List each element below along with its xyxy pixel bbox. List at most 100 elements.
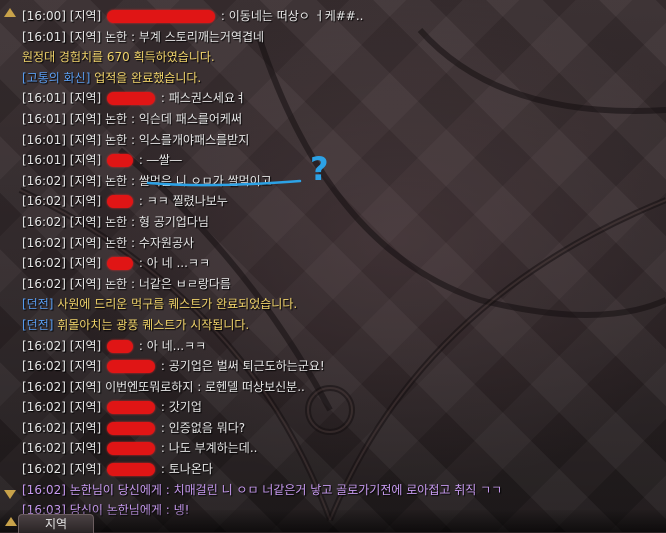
chat-channel: [지역]	[69, 338, 102, 353]
redacted-name-mark	[107, 339, 134, 353]
chat-speaker-name[interactable]: 논한	[105, 236, 127, 250]
chat-message: : 인증없음 뭐다?	[160, 420, 246, 435]
redacted-name-mark	[107, 257, 134, 271]
chat-tab-bar	[0, 510, 666, 532]
chat-timestamp: [16:02]	[22, 462, 66, 477]
chat-timestamp: [16:01]	[22, 153, 66, 168]
chat-message: : 갓기업	[160, 400, 202, 415]
chat-message: : 부계 스토리깨는거역겹네	[130, 29, 265, 44]
chat-channel: [지역]	[69, 441, 102, 456]
chat-speaker-name[interactable]: 논한	[105, 30, 127, 44]
chat-channel: [지역]	[69, 462, 102, 477]
chat-timestamp: [16:02]	[22, 214, 66, 229]
chat-message: : 수자원공사	[130, 235, 195, 250]
chat-message: : 쌀먹은 니 ㅇㅁ가 쌀먹이고	[130, 173, 272, 188]
redacted-name-mark	[107, 463, 156, 477]
chat-timestamp: [16:01]	[22, 91, 66, 106]
quest-status-message: 퀘스트가 완료되었습니다.	[168, 297, 298, 312]
scroll-up-arrow-icon[interactable]	[4, 8, 16, 17]
chat-line: [16:02] [지역] : 인증없음 뭐다?	[22, 418, 622, 439]
chat-line: [던전] 사원에 드리운 먹구름 퀘스트가 완료되었습니다.	[22, 294, 622, 315]
chat-line: [16:02] [지역] : 아 네...ㅋㅋ	[22, 336, 622, 357]
chat-timestamp: [16:02]	[22, 420, 66, 435]
system-message: 업적을 완료했습니다.	[94, 70, 202, 85]
chat-message: : 너같은 ㅂㄹ랑다름	[130, 276, 231, 291]
achievement-tag[interactable]: [고통의 화신]	[22, 71, 90, 85]
redacted-name-mark	[107, 154, 134, 168]
chat-line: [16:02] [지역] : 아 네 ...ㅋㅋ	[22, 253, 622, 274]
chat-message: : ㅋㅋ 찔렸나보누	[138, 194, 228, 209]
chat-timestamp: [16:02]	[22, 173, 66, 188]
chat-channel: [지역]	[69, 420, 102, 435]
chat-line: [16:02] [지역] : 토나온다	[22, 459, 622, 480]
chat-timestamp: [16:02]	[22, 359, 66, 374]
chat-timestamp: [16:01]	[22, 111, 66, 126]
chat-line: [16:02] [지역] 이번엔또뭐로하지 : 로헨델 떠상보신분..	[22, 377, 622, 398]
chat-timestamp: [16:02]	[22, 482, 66, 497]
redacted-name-mark	[107, 360, 156, 374]
chat-line: [16:02] [지역] 논한 : 수자원공사	[22, 233, 622, 254]
redacted-name-mark	[107, 401, 156, 415]
chat-line: 원정대 경험치를 670 획득하였습니다.	[22, 47, 622, 68]
chat-timestamp: [16:02]	[22, 441, 66, 456]
chat-channel: [지역]	[69, 132, 102, 147]
chat-message: 이번엔또뭐로하지 : 로헨델 떠상보신분..	[105, 379, 305, 394]
chat-log[interactable]: [16:00] [지역] : 이동네는 떠상ㅇ ㅓ케##.. [16:01] [지…	[22, 6, 622, 521]
chat-channel: [지역]	[69, 214, 102, 229]
chat-line: [16:02] 논한님이 당신에게 : 치매걸린 니 ㅇㅁ 너같은거 낳고 골로…	[22, 480, 622, 501]
chat-line: [16:02] [지역] : 공기업은 벌써 퇴근도하는군요!	[22, 356, 622, 377]
redacted-name-mark	[107, 195, 134, 209]
chat-speaker-name[interactable]: 논한	[105, 277, 127, 291]
system-message: 원정대 경험치를 670 획득하였습니다.	[22, 50, 215, 65]
chat-channel: [지역]	[69, 173, 102, 188]
chat-channel: [지역]	[69, 235, 102, 250]
chat-channel: [지역]	[69, 256, 102, 271]
chat-timestamp: [16:02]	[22, 194, 66, 209]
chat-message: : 패스권스세요ㅕ	[160, 91, 247, 106]
whisper-message: 논한님이 당신에게 : 치매걸린 니 ㅇㅁ 너같은거 낳고 골로가기전에 로아접…	[69, 482, 503, 497]
chat-speaker-name[interactable]: 논한	[105, 112, 127, 126]
quest-name-link[interactable]: 휘몰아치는 광풍	[57, 318, 138, 332]
quest-name-link[interactable]: 사원에 드리운 먹구름	[57, 297, 164, 311]
quest-status-message: 퀘스트가 시작됩니다.	[142, 317, 250, 332]
chat-timestamp: [16:00]	[22, 9, 66, 23]
chat-line: [16:02] [지역] : ㅋㅋ 찔렸나보누	[22, 191, 622, 212]
chat-channel: [지역]	[69, 400, 102, 415]
chat-speaker-name[interactable]: 논한	[105, 174, 127, 188]
tab-region[interactable]: 지역	[18, 514, 94, 533]
chat-message: : 토나온다	[160, 462, 213, 477]
chat-channel: [지역]	[69, 276, 102, 291]
dungeon-tag: [던전]	[22, 297, 54, 312]
chat-channel: [지역]	[69, 9, 102, 23]
chat-message: : 공기업은 벌써 퇴근도하는군요!	[160, 359, 325, 374]
redacted-name-mark	[107, 92, 156, 106]
chat-channel: [지역]	[69, 91, 102, 106]
chat-line: [16:01] [지역] 논한 : 익슨데 패스를어케써	[22, 109, 622, 130]
tab-bar-up-arrow-icon[interactable]	[5, 517, 17, 526]
chat-line: [16:02] [지역] : 갓기업	[22, 397, 622, 418]
chat-message: : 아 네...ㅋㅋ	[138, 338, 207, 353]
scroll-down-arrow-icon[interactable]	[4, 490, 16, 499]
chat-timestamp: [16:01]	[22, 132, 66, 147]
chat-message: : ―쌀―	[138, 153, 182, 168]
chat-channel: [지역]	[69, 359, 102, 374]
chat-timestamp: [16:02]	[22, 256, 66, 271]
chat-line: [던전] 휘몰아치는 광풍 퀘스트가 시작됩니다.	[22, 315, 622, 336]
chat-message: : 익스를개야패스를받지	[130, 132, 250, 147]
chat-timestamp: [16:02]	[22, 338, 66, 353]
redacted-name-mark	[107, 442, 156, 456]
chat-line: [16:01] [지역] : 패스권스세요ㅕ	[22, 88, 622, 109]
annotation-question-mark: ?	[310, 150, 329, 188]
chat-line: [16:01] [지역] 논한 : 익스를개야패스를받지	[22, 130, 622, 151]
chat-channel: [지역]	[69, 111, 102, 126]
chat-speaker-name[interactable]: 논한	[105, 215, 127, 229]
chat-line: [16:02] [지역] 논한 : 너같은 ㅂㄹ랑다름	[22, 274, 622, 295]
chat-speaker-name[interactable]: 논한	[105, 133, 127, 147]
chat-timestamp: [16:02]	[22, 235, 66, 250]
chat-message: : 익슨데 패스를어케써	[130, 111, 243, 126]
chat-timestamp: [16:01]	[22, 29, 66, 44]
chat-message: : 아 네 ...ㅋㅋ	[138, 256, 210, 271]
dungeon-tag: [던전]	[22, 317, 54, 332]
redacted-name-mark	[107, 10, 216, 23]
chat-line: [16:00] [지역] : 이동네는 떠상ㅇ ㅓ케##..	[22, 6, 622, 27]
